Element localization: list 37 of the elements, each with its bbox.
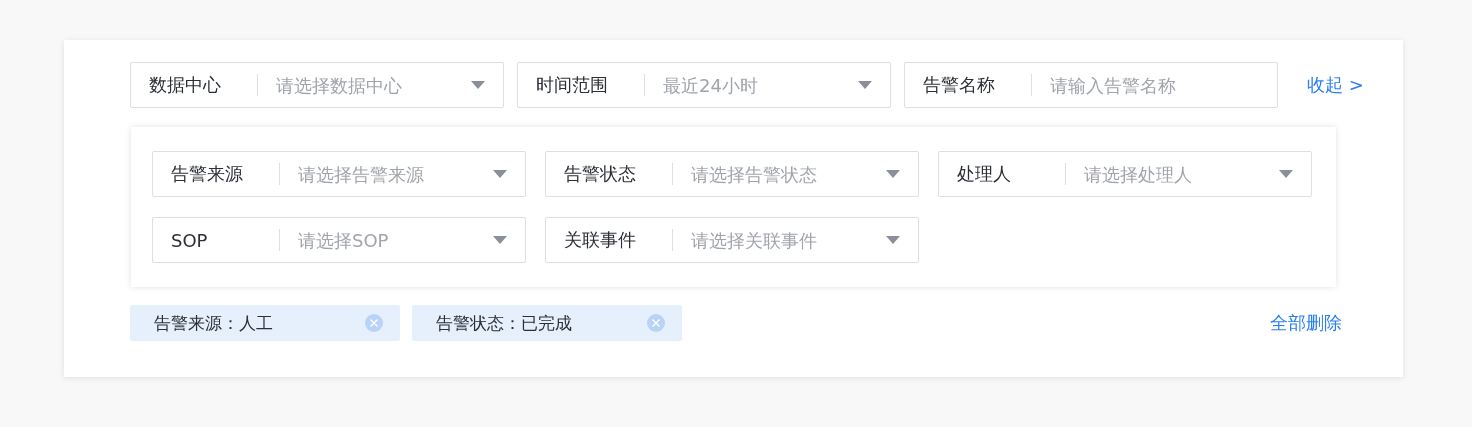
field-label: 告警状态: [564, 162, 637, 186]
input-field[interactable]: 告警名称 请输入告警名称: [904, 62, 1278, 108]
select-field[interactable]: 数据中心 请选择数据中心: [130, 62, 504, 108]
select-field[interactable]: 告警状态 请选择告警状态: [545, 151, 919, 197]
collapse-link[interactable]: 收起 >: [1307, 73, 1364, 97]
select-input[interactable]: 请选择关联事件: [691, 229, 878, 251]
field-label: 时间范围: [536, 73, 609, 97]
select-input[interactable]: 请选择处理人: [1084, 163, 1271, 185]
select-input[interactable]: 请选择SOP: [298, 229, 485, 251]
field-label: SOP: [171, 229, 209, 251]
field-label: 关联事件: [564, 228, 637, 252]
select-field[interactable]: SOP 请选择SOP: [152, 217, 526, 263]
tag-label: 告警来源：人工: [154, 311, 274, 335]
select-field[interactable]: 处理人 请选择处理人: [938, 151, 1312, 197]
caret-icon: [886, 170, 900, 178]
close-icon[interactable]: [647, 314, 665, 332]
clear-all-link[interactable]: 全部删除: [1270, 311, 1342, 335]
field-label: 数据中心: [149, 73, 222, 97]
text-input[interactable]: 请输入告警名称: [1050, 74, 1259, 96]
select-input[interactable]: 最近24小时: [663, 74, 850, 96]
select-field[interactable]: 关联事件 请选择关联事件: [545, 217, 919, 263]
select-field[interactable]: 时间范围 最近24小时: [517, 62, 891, 108]
select-field[interactable]: 告警来源 请选择告警来源: [152, 151, 526, 197]
field-label: 处理人: [957, 162, 1012, 186]
select-input[interactable]: 请选择数据中心: [276, 74, 463, 96]
field-label: 告警名称: [923, 73, 996, 97]
tag-label: 告警状态：已完成: [436, 311, 573, 335]
caret-icon: [886, 236, 900, 244]
caret-icon: [493, 236, 507, 244]
select-input[interactable]: 请选择告警来源: [298, 163, 485, 185]
close-icon[interactable]: [365, 314, 383, 332]
caret-icon: [493, 170, 507, 178]
select-input[interactable]: 请选择告警状态: [691, 163, 878, 185]
field-label: 告警来源: [171, 162, 244, 186]
caret-icon: [471, 81, 485, 89]
caret-icon: [858, 81, 872, 89]
caret-icon: [1279, 170, 1293, 178]
